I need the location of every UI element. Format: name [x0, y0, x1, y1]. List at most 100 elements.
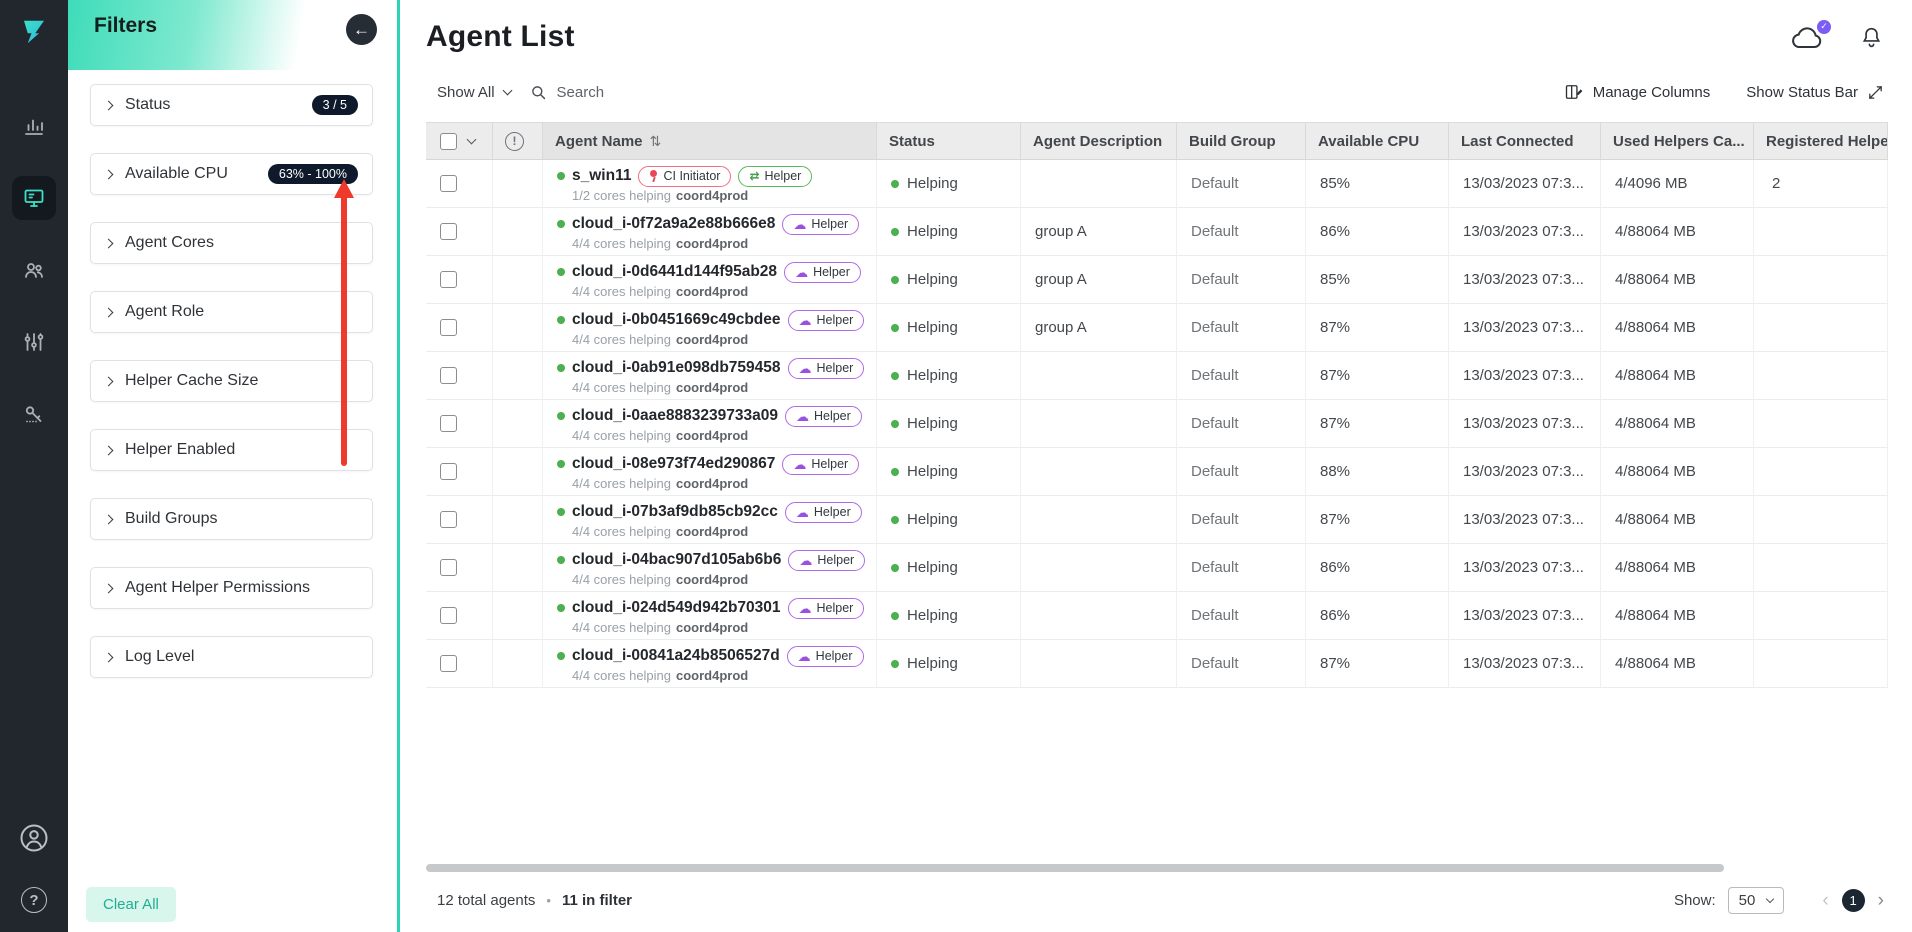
- table-row[interactable]: cloud_i-00841a24b8506527d Helper 4/: [426, 640, 1888, 688]
- filter-item-label: Helper Cache Size: [125, 372, 258, 390]
- agent-online-dot: [557, 220, 565, 228]
- badge-icon: [799, 314, 812, 327]
- row-build-group-cell: Default: [1177, 544, 1306, 591]
- table-row[interactable]: cloud_i-0f72a9a2e88b666e8 Helper 4/: [426, 208, 1888, 256]
- agent-badges: Helper: [782, 214, 859, 235]
- column-header-agent-name[interactable]: Agent Name ⇅: [543, 123, 877, 159]
- coordinator-name: coord4prod: [676, 573, 748, 586]
- agent-name: cloud_i-024d549d942b70301: [572, 599, 781, 617]
- row-checkbox[interactable]: [440, 559, 457, 576]
- row-name-cell: cloud_i-08e973f74ed290867 Helper 4/: [543, 448, 877, 495]
- next-page-button[interactable]: ›: [1878, 891, 1884, 910]
- row-checkbox[interactable]: [440, 175, 457, 192]
- column-header-available-cpu: Available CPU: [1306, 123, 1449, 159]
- agent-badge: Helper: [788, 358, 865, 379]
- row-description-cell: [1021, 592, 1177, 639]
- row-used-helpers-cell: 4/88064 MB: [1601, 352, 1754, 399]
- filter-item[interactable]: Agent Helper Permissions: [90, 567, 373, 609]
- row-checkbox[interactable]: [440, 319, 457, 336]
- row-checkbox[interactable]: [440, 655, 457, 672]
- select-all-checkbox[interactable]: [440, 133, 457, 150]
- table-row[interactable]: cloud_i-0b0451669c49cbdee Helper 4/: [426, 304, 1888, 352]
- current-page-indicator[interactable]: 1: [1842, 889, 1865, 912]
- search-input[interactable]: [557, 84, 717, 101]
- row-available-cpu-cell: 86%: [1306, 208, 1449, 255]
- row-checkbox[interactable]: [440, 511, 457, 528]
- row-description-cell: [1021, 544, 1177, 591]
- clear-all-button[interactable]: Clear All: [86, 887, 176, 922]
- agent-name-line: s_win11 CI Initiator Helper: [557, 166, 812, 187]
- filter-item[interactable]: Build Groups: [90, 498, 373, 540]
- row-checkbox[interactable]: [440, 415, 457, 432]
- table-row[interactable]: cloud_i-0ab91e098db759458 Helper 4/: [426, 352, 1888, 400]
- row-description-cell: group A: [1021, 208, 1177, 255]
- row-description-cell: [1021, 640, 1177, 687]
- row-checkbox[interactable]: [440, 271, 457, 288]
- notifications-button[interactable]: [1859, 24, 1884, 51]
- manage-columns-button[interactable]: Manage Columns: [1564, 82, 1711, 102]
- account-button[interactable]: [16, 820, 52, 856]
- filter-item[interactable]: Agent Cores: [90, 222, 373, 264]
- table-row[interactable]: cloud_i-08e973f74ed290867 Helper 4/: [426, 448, 1888, 496]
- table-row[interactable]: cloud_i-0aae8883239733a09 Helper 4/: [426, 400, 1888, 448]
- column-header-registered-helpers: Registered Helpe...: [1754, 123, 1888, 159]
- filter-item[interactable]: Agent Role: [90, 291, 373, 333]
- agent-badges: Helper: [788, 550, 865, 571]
- scrollbar-thumb[interactable]: [426, 864, 1724, 872]
- agent-subtext: 4/4 cores helping coord4prod: [557, 477, 748, 490]
- row-checkbox[interactable]: [440, 223, 457, 240]
- sidebar-item-settings[interactable]: [12, 320, 56, 364]
- sidebar-item-agents[interactable]: [12, 176, 56, 220]
- row-select-cell: [426, 592, 493, 639]
- row-used-helpers-cell: 4/88064 MB: [1601, 544, 1754, 591]
- table-row[interactable]: cloud_i-024d549d942b70301 Helper 4/: [426, 592, 1888, 640]
- help-button[interactable]: ?: [16, 882, 52, 918]
- selection-menu-chevron-icon[interactable]: [467, 135, 477, 145]
- row-alert-cell: [493, 448, 543, 495]
- table-row[interactable]: cloud_i-0d6441d144f95ab28 Helper 4/: [426, 256, 1888, 304]
- table-row[interactable]: s_win11 CI Initiator Helper: [426, 160, 1888, 208]
- filter-item[interactable]: Helper Cache Size: [90, 360, 373, 402]
- row-checkbox[interactable]: [440, 607, 457, 624]
- row-registered-helpers-cell: [1754, 304, 1888, 351]
- row-checkbox[interactable]: [440, 367, 457, 384]
- row-last-connected-cell: 13/03/2023 07:3...: [1449, 448, 1601, 495]
- status-dot: [891, 564, 899, 572]
- cloud-status-button[interactable]: ✓: [1789, 24, 1825, 51]
- filter-item[interactable]: Status 3 / 5: [90, 84, 373, 126]
- row-alert-cell: [493, 496, 543, 543]
- row-build-group-cell: Default: [1177, 304, 1306, 351]
- row-select-cell: [426, 208, 493, 255]
- filter-item[interactable]: Helper Enabled: [90, 429, 373, 471]
- filter-value-badge: 3 / 5: [312, 95, 358, 115]
- app-root: ? Filters ← Status 3 / 5 Available CPU 6…: [0, 0, 1912, 932]
- toolbar: Show All Manage Columns Show S: [400, 54, 1912, 102]
- coordinator-name: coord4prod: [676, 189, 748, 202]
- sidebar-item-users[interactable]: [12, 248, 56, 292]
- sidebar-bottom: ?: [16, 820, 52, 918]
- sidebar-item-api-keys[interactable]: [12, 392, 56, 436]
- row-used-helpers-cell: 4/88064 MB: [1601, 256, 1754, 303]
- table-row[interactable]: cloud_i-07b3af9db85cb92cc Helper 4/: [426, 496, 1888, 544]
- badge-icon: [796, 506, 809, 519]
- key-icon: [22, 402, 46, 426]
- settings-sliders-icon: [22, 330, 46, 354]
- table-row[interactable]: cloud_i-04bac907d105ab6b6 Helper 4/: [426, 544, 1888, 592]
- app-logo[interactable]: [0, 0, 68, 64]
- previous-page-button[interactable]: ‹: [1822, 891, 1828, 910]
- sidebar-item-analytics[interactable]: [12, 104, 56, 148]
- agent-name-line: cloud_i-08e973f74ed290867 Helper: [557, 454, 859, 475]
- show-status-bar-button[interactable]: Show Status Bar: [1746, 84, 1884, 101]
- row-description-cell: [1021, 400, 1177, 447]
- row-checkbox[interactable]: [440, 463, 457, 480]
- row-last-connected-cell: 13/03/2023 07:3...: [1449, 160, 1601, 207]
- badge-icon: [798, 650, 811, 663]
- page-size-select[interactable]: 50: [1728, 887, 1785, 914]
- show-all-dropdown[interactable]: Show All: [437, 84, 511, 101]
- coordinator-name: coord4prod: [676, 237, 748, 250]
- filter-item[interactable]: Log Level: [90, 636, 373, 678]
- collapse-filters-button[interactable]: ←: [346, 14, 377, 45]
- filter-item[interactable]: Available CPU 63% - 100%: [90, 153, 373, 195]
- agent-online-dot: [557, 268, 565, 276]
- status-dot: [891, 420, 899, 428]
